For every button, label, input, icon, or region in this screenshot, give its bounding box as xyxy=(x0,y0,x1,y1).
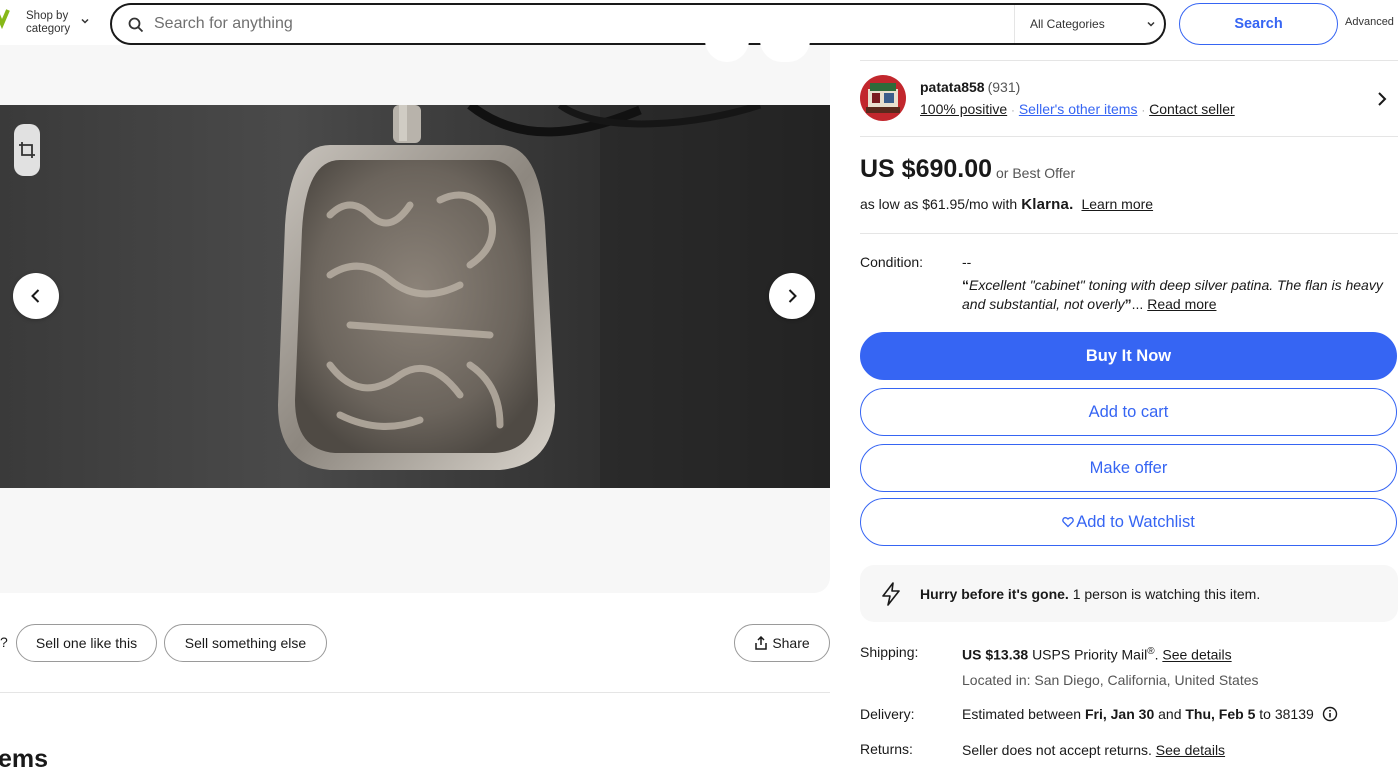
returns-text: Seller does not accept returns. xyxy=(962,742,1152,758)
watchlist-label: Add to Watchlist xyxy=(1076,513,1195,531)
crop-icon xyxy=(19,142,35,158)
divider xyxy=(0,692,830,693)
returns-value: Seller does not accept returns. See deta… xyxy=(962,742,1225,758)
urgency-bold: Hurry before it's gone. xyxy=(920,586,1069,602)
seller-feedback-count: (931) xyxy=(987,79,1021,95)
sell-something-else-button[interactable]: Sell something else xyxy=(164,624,327,662)
seller-other-items-link[interactable]: Seller's other items xyxy=(1019,101,1138,117)
heart-icon xyxy=(1062,517,1075,528)
urgency-banner: Hurry before it's gone. 1 person is watc… xyxy=(860,565,1398,622)
chevron-right-icon[interactable] xyxy=(1376,91,1388,107)
best-offer-note: or Best Offer xyxy=(996,165,1076,181)
chevron-down-icon xyxy=(81,18,89,24)
chevron-down-icon xyxy=(1147,21,1155,27)
separator-dot: · xyxy=(1141,105,1146,117)
seller-positive-link[interactable]: 100% positive xyxy=(920,101,1007,117)
shipping-price: US $13.38 xyxy=(962,646,1029,663)
shipping-see-details-link[interactable]: See details xyxy=(1162,647,1231,663)
shop-by-category-button[interactable]: Shop by category xyxy=(26,10,89,36)
search-icon xyxy=(128,17,144,33)
installment-line: as low as $61.95/mo with Klarna. Learn mor… xyxy=(860,196,1153,213)
delivery-value: Estimated between Fri, Jan 30 and Thu, F… xyxy=(962,706,1338,722)
advanced-search-link[interactable]: Advanced xyxy=(1345,16,1394,28)
shipping-value: US $13.38 USPS Priority Mail®. See detai… xyxy=(962,646,1232,663)
urgency-watchers: 1 person is watching this item. xyxy=(1072,586,1261,602)
item-price: US $690.00 xyxy=(860,155,993,183)
sell-one-like-this-button[interactable]: Sell one like this xyxy=(16,624,157,662)
separator-dot: · xyxy=(1011,105,1015,117)
ebay-logo-fragment-icon[interactable] xyxy=(0,6,10,30)
make-offer-button[interactable]: Make offer xyxy=(860,444,1397,492)
registered-mark: ® xyxy=(1147,646,1155,657)
klarna-logo: Klarna. xyxy=(1021,196,1074,213)
add-to-cart-button[interactable]: Add to cart xyxy=(860,388,1397,436)
chevron-right-icon xyxy=(788,289,797,303)
read-more-link[interactable]: Read more xyxy=(1147,296,1216,312)
lightning-icon xyxy=(882,582,900,606)
item-location: Located in: San Diego, California, Unite… xyxy=(962,672,1259,688)
item-location-text: Located in: San Diego, California, Unite… xyxy=(962,672,1259,688)
header: Shop by category All Categories Search A… xyxy=(0,0,1400,50)
returns-see-details-link[interactable]: See details xyxy=(1156,742,1225,758)
previous-image-button[interactable] xyxy=(13,273,59,319)
delivery-and: and xyxy=(1158,706,1182,722)
divider xyxy=(860,233,1398,234)
shipping-label: Shipping: xyxy=(860,644,919,660)
shipping-service: USPS Priority Mail xyxy=(1032,646,1148,663)
condition-description: “Excellent "cabinet" toning with deep si… xyxy=(962,276,1398,314)
avatar[interactable] xyxy=(860,75,906,121)
condition-value: -- xyxy=(962,254,972,270)
returns-label: Returns: xyxy=(860,741,913,757)
chevron-left-icon xyxy=(31,289,40,303)
share-icon xyxy=(755,635,768,650)
add-to-watchlist-button[interactable]: Add to Watchlist xyxy=(860,498,1397,546)
seller-name-text: patata858 xyxy=(920,79,985,95)
close-quote: ” xyxy=(1124,296,1132,312)
product-image[interactable] xyxy=(0,105,830,488)
urgency-text: Hurry before it's gone. 1 person is watc… xyxy=(920,586,1260,602)
search-input[interactable] xyxy=(154,13,994,35)
share-button[interactable]: Share xyxy=(734,624,830,662)
search-button[interactable]: Search xyxy=(1179,3,1338,45)
delivery-start: Fri, Jan 30 xyxy=(1084,706,1155,722)
open-quote: “ xyxy=(962,277,969,293)
ellipsis: ... xyxy=(1131,296,1144,312)
seller-avatar-image xyxy=(860,75,906,121)
seller-name[interactable]: patata858 (931) xyxy=(920,79,1020,95)
seller-links: 100% positive · Seller's other items · Conta… xyxy=(920,101,1235,117)
condition-label: Condition: xyxy=(860,254,924,270)
section-heading: ems xyxy=(0,745,49,773)
question-text-fragment: ? xyxy=(0,634,8,650)
search-bar: All Categories xyxy=(110,3,1166,45)
buy-it-now-button[interactable]: Buy It Now xyxy=(860,332,1397,380)
category-select-value: All Categories xyxy=(1030,17,1105,31)
delivery-label: Delivery: xyxy=(860,706,915,722)
delivery-zip: to 38139 xyxy=(1259,706,1314,722)
category-select[interactable]: All Categories xyxy=(1014,5,1164,43)
shipping-period: . xyxy=(1154,646,1159,663)
info-icon[interactable] xyxy=(1322,706,1338,722)
delivery-end: Thu, Feb 5 xyxy=(1185,706,1256,722)
next-image-button[interactable] xyxy=(769,273,815,319)
divider xyxy=(860,60,1398,61)
learn-more-link[interactable]: Learn more xyxy=(1081,196,1153,212)
divider xyxy=(860,136,1398,137)
pendant-photo xyxy=(0,105,830,488)
installment-text: as low as $61.95/mo with xyxy=(860,196,1018,212)
contact-seller-link[interactable]: Contact seller xyxy=(1149,101,1235,117)
crop-button[interactable] xyxy=(14,124,40,176)
share-label: Share xyxy=(772,635,810,651)
delivery-prefix: Estimated between xyxy=(962,706,1082,722)
